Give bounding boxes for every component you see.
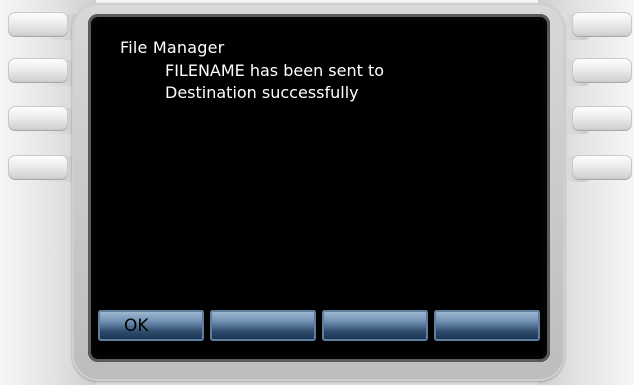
line-key-right-3[interactable]	[572, 106, 632, 130]
softkey-ok[interactable]: OK	[98, 310, 204, 341]
line-key-left-2[interactable]	[8, 58, 68, 82]
line-key-right-1[interactable]	[572, 12, 632, 36]
softkey-3[interactable]	[322, 310, 428, 341]
line-key-right-2[interactable]	[572, 58, 632, 82]
phone-screen: File Manager FILENAME has been sent to D…	[88, 14, 550, 362]
phone-device: File Manager FILENAME has been sent to D…	[0, 0, 634, 385]
softkey-4[interactable]	[434, 310, 540, 341]
softkey-2[interactable]	[210, 310, 316, 341]
status-message-line-1: FILENAME has been sent to	[165, 61, 385, 80]
line-key-left-4[interactable]	[8, 155, 68, 179]
line-key-left-3[interactable]	[8, 106, 68, 130]
status-message-line-2: Destination successfully	[165, 83, 359, 102]
softkey-bar: OK	[98, 310, 546, 343]
screen-title: File Manager	[120, 38, 225, 57]
line-key-right-4[interactable]	[572, 155, 632, 179]
status-message: FILENAME has been sent to Destination su…	[165, 60, 384, 104]
line-key-left-1[interactable]	[8, 12, 68, 36]
